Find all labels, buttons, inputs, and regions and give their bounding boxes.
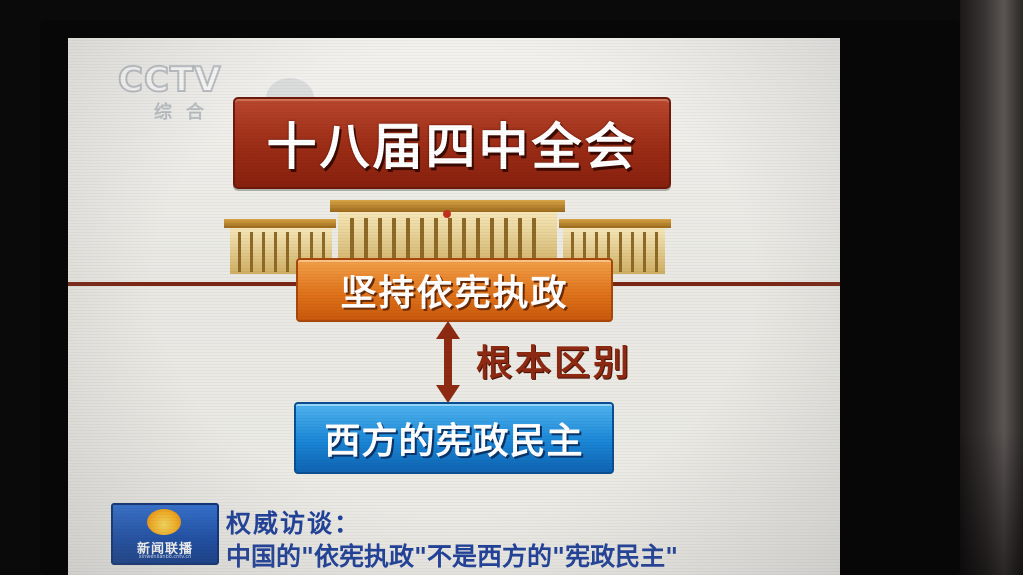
title-banner: 十八届四中全会	[233, 97, 671, 189]
relation-label: 根本区别	[476, 343, 633, 384]
caption-line-1: 权威访谈：	[226, 509, 362, 538]
tv-screen: CCTV 综合 十八届四中全会 坚持依宪执政 根本区别 西方的宪政民主 新闻联播…	[68, 38, 840, 575]
room-shadow	[960, 430, 1023, 575]
caption-line-2: 中国的"依宪执政"不是西方的"宪政民主"	[226, 542, 679, 571]
news-program-logo: 新闻联播 xinwenlianbo.cntv.cn	[111, 503, 219, 565]
bottom-plate: 西方的宪政民主	[294, 402, 614, 474]
top-plate-text: 坚持依宪执政	[340, 273, 569, 314]
top-plate: 坚持依宪执政	[296, 258, 613, 322]
double-arrow-icon	[436, 321, 460, 403]
sun-icon	[147, 509, 181, 535]
title-text: 十八届四中全会	[266, 118, 638, 176]
bottom-plate-text: 西方的宪政民主	[324, 421, 584, 462]
emblem-icon	[443, 210, 451, 218]
news-program-domain: xinwenlianbo.cntv.cn	[138, 554, 192, 560]
